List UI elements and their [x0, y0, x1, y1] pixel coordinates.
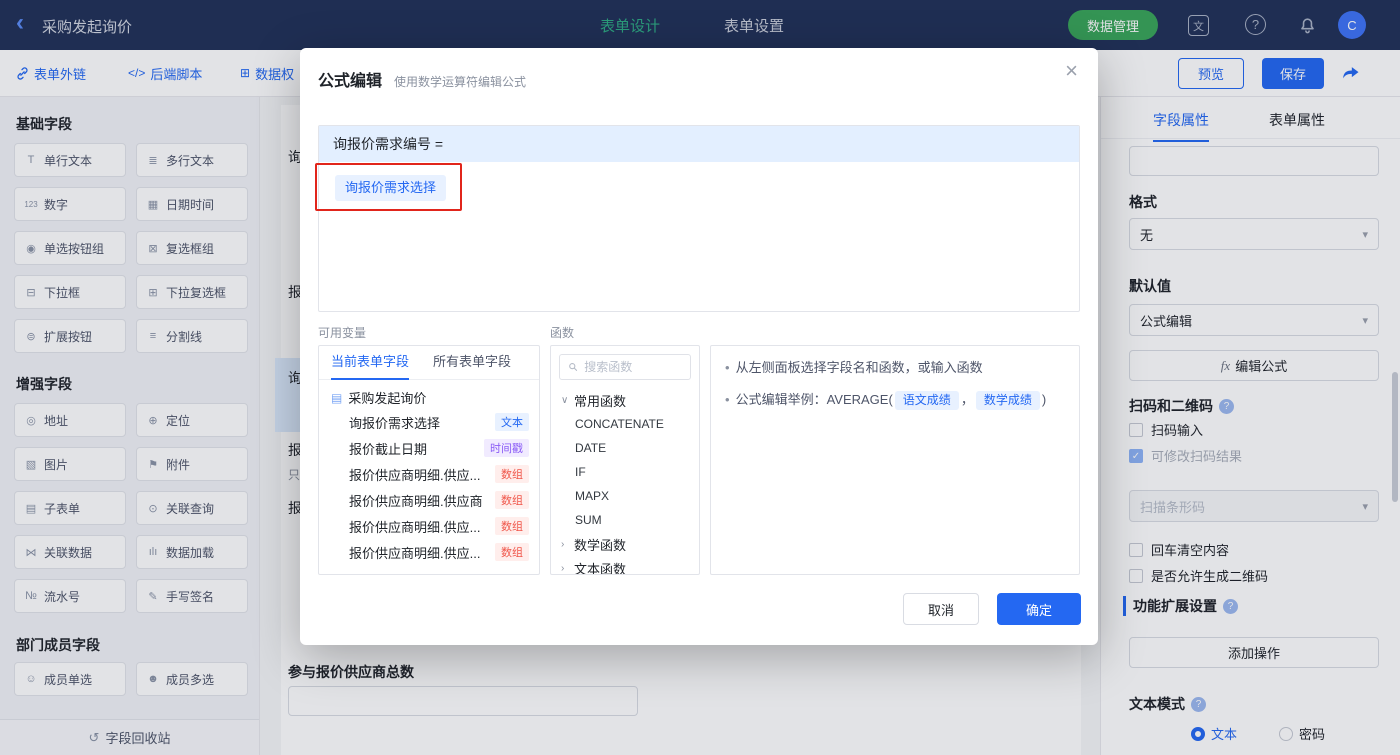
variables-panel: 当前表单字段 所有表单字段 ▤ 采购发起询价 询报价需求选择 文本 报价截止日期 时… — [318, 345, 540, 575]
chevron-down-icon: ∨ — [561, 394, 569, 406]
function-item[interactable]: MAPX — [551, 484, 699, 508]
function-group-text[interactable]: › 文本函数 — [551, 556, 699, 575]
function-item[interactable]: IF — [551, 460, 699, 484]
variables-tabs: 当前表单字段 所有表单字段 — [319, 346, 539, 380]
function-search[interactable] — [559, 354, 691, 380]
variable-item[interactable]: 报价供应商明细.供应商 数组 — [319, 487, 539, 513]
function-group-label: 数学函数 — [574, 537, 627, 553]
tab-all-form-fields[interactable]: 所有表单字段 — [433, 346, 511, 380]
type-badge: 数组 — [495, 517, 529, 535]
variables-root-label: 采购发起询价 — [348, 391, 427, 406]
functions-label: 函数 — [550, 326, 575, 340]
example-suffix: ) — [1041, 392, 1047, 407]
document-icon: ▤ — [331, 390, 343, 405]
function-search-input[interactable] — [584, 360, 682, 374]
variable-item[interactable]: 报价截止日期 时间戳 — [319, 435, 539, 461]
cancel-button[interactable]: 取消 — [903, 593, 979, 625]
formula-target-bar: 询报价需求编号 = — [319, 126, 1079, 162]
search-icon — [569, 363, 578, 371]
function-item[interactable]: SUM — [551, 508, 699, 532]
close-icon[interactable]: × — [1065, 60, 1078, 82]
modal-title: 公式编辑 — [318, 73, 383, 90]
variable-item[interactable]: 询报价需求选择 文本 — [319, 409, 539, 435]
confirm-button[interactable]: 确定 — [997, 593, 1081, 625]
variable-name: 报价供应商明细.供应... — [349, 545, 481, 561]
type-badge: 数组 — [495, 465, 529, 483]
variable-name: 报价截止日期 — [349, 441, 428, 457]
function-item[interactable]: CONCATENATE — [551, 412, 699, 436]
app-window: ‹ 采购发起询价 表单设计 表单设置 数据管理 文 ? C 表单外链 </> 后… — [0, 0, 1400, 755]
variable-item[interactable]: 报价供应商明细.供应... 数组 — [319, 461, 539, 487]
tab-current-form-fields[interactable]: 当前表单字段 — [331, 346, 410, 380]
bullet-icon: • — [725, 360, 730, 375]
variable-name: 询报价需求选择 — [349, 415, 441, 431]
example-prefix: 公式编辑举例：AVERAGE( — [735, 392, 893, 407]
function-item[interactable]: DATE — [551, 436, 699, 460]
type-badge: 文本 — [495, 413, 529, 431]
example-field-chip: 语文成绩 — [894, 391, 959, 410]
variable-name: 报价供应商明细.供应... — [349, 519, 481, 535]
type-badge: 数组 — [495, 491, 529, 509]
modal-subtitle: 使用数学运算符编辑公式 — [394, 75, 527, 89]
formula-edit-modal: 公式编辑 使用数学运算符编辑公式 × 询报价需求编号 = 询报价需求选择 可用变… — [300, 48, 1098, 645]
variables-root[interactable]: ▤ 采购发起询价 — [319, 380, 539, 409]
variable-item[interactable]: 报价供应商明细.供应... 数组 — [319, 539, 539, 565]
type-badge: 数组 — [495, 543, 529, 561]
variable-item[interactable]: 报价供应商明细.供应... 数组 — [319, 513, 539, 539]
help-line-2: • 公式编辑举例：AVERAGE(语文成绩，数学成绩) — [711, 378, 1079, 410]
function-group-common[interactable]: ∨ 常用函数 — [551, 388, 699, 412]
function-group-math[interactable]: › 数学函数 — [551, 532, 699, 556]
help-example: 公式编辑举例：AVERAGE(语文成绩，数学成绩) — [735, 390, 1047, 410]
modal-header: 公式编辑 使用数学运算符编辑公式 — [318, 67, 526, 91]
formula-target-label: 询报价需求编号 = — [333, 136, 444, 152]
help-panel: • 从左侧面板选择字段名和函数，或输入函数 • 公式编辑举例：AVERAGE(语… — [710, 345, 1080, 575]
chevron-right-icon: › — [561, 538, 565, 550]
chevron-right-icon: › — [561, 562, 565, 574]
variable-name: 报价供应商明细.供应商 — [349, 493, 483, 509]
variable-name: 报价供应商明细.供应... — [349, 467, 481, 483]
variables-label: 可用变量 — [318, 326, 367, 340]
help-text: 从左侧面板选择字段名和函数，或输入函数 — [735, 360, 983, 375]
function-group-label: 常用函数 — [574, 393, 627, 409]
formula-editor[interactable]: 询报价需求编号 = 询报价需求选择 — [318, 125, 1080, 312]
example-field-chip: 数学成绩 — [975, 391, 1040, 410]
type-badge: 时间戳 — [484, 439, 529, 457]
function-group-label: 文本函数 — [574, 561, 627, 575]
functions-panel: ∨ 常用函数 CONCATENATE DATE IF MAPX SUM › 数学… — [550, 345, 700, 575]
example-separator: ， — [960, 392, 974, 407]
help-line-1: • 从左侧面板选择字段名和函数，或输入函数 — [711, 346, 1079, 378]
bullet-icon: • — [725, 392, 730, 407]
formula-field-chip[interactable]: 询报价需求选择 — [335, 175, 447, 201]
